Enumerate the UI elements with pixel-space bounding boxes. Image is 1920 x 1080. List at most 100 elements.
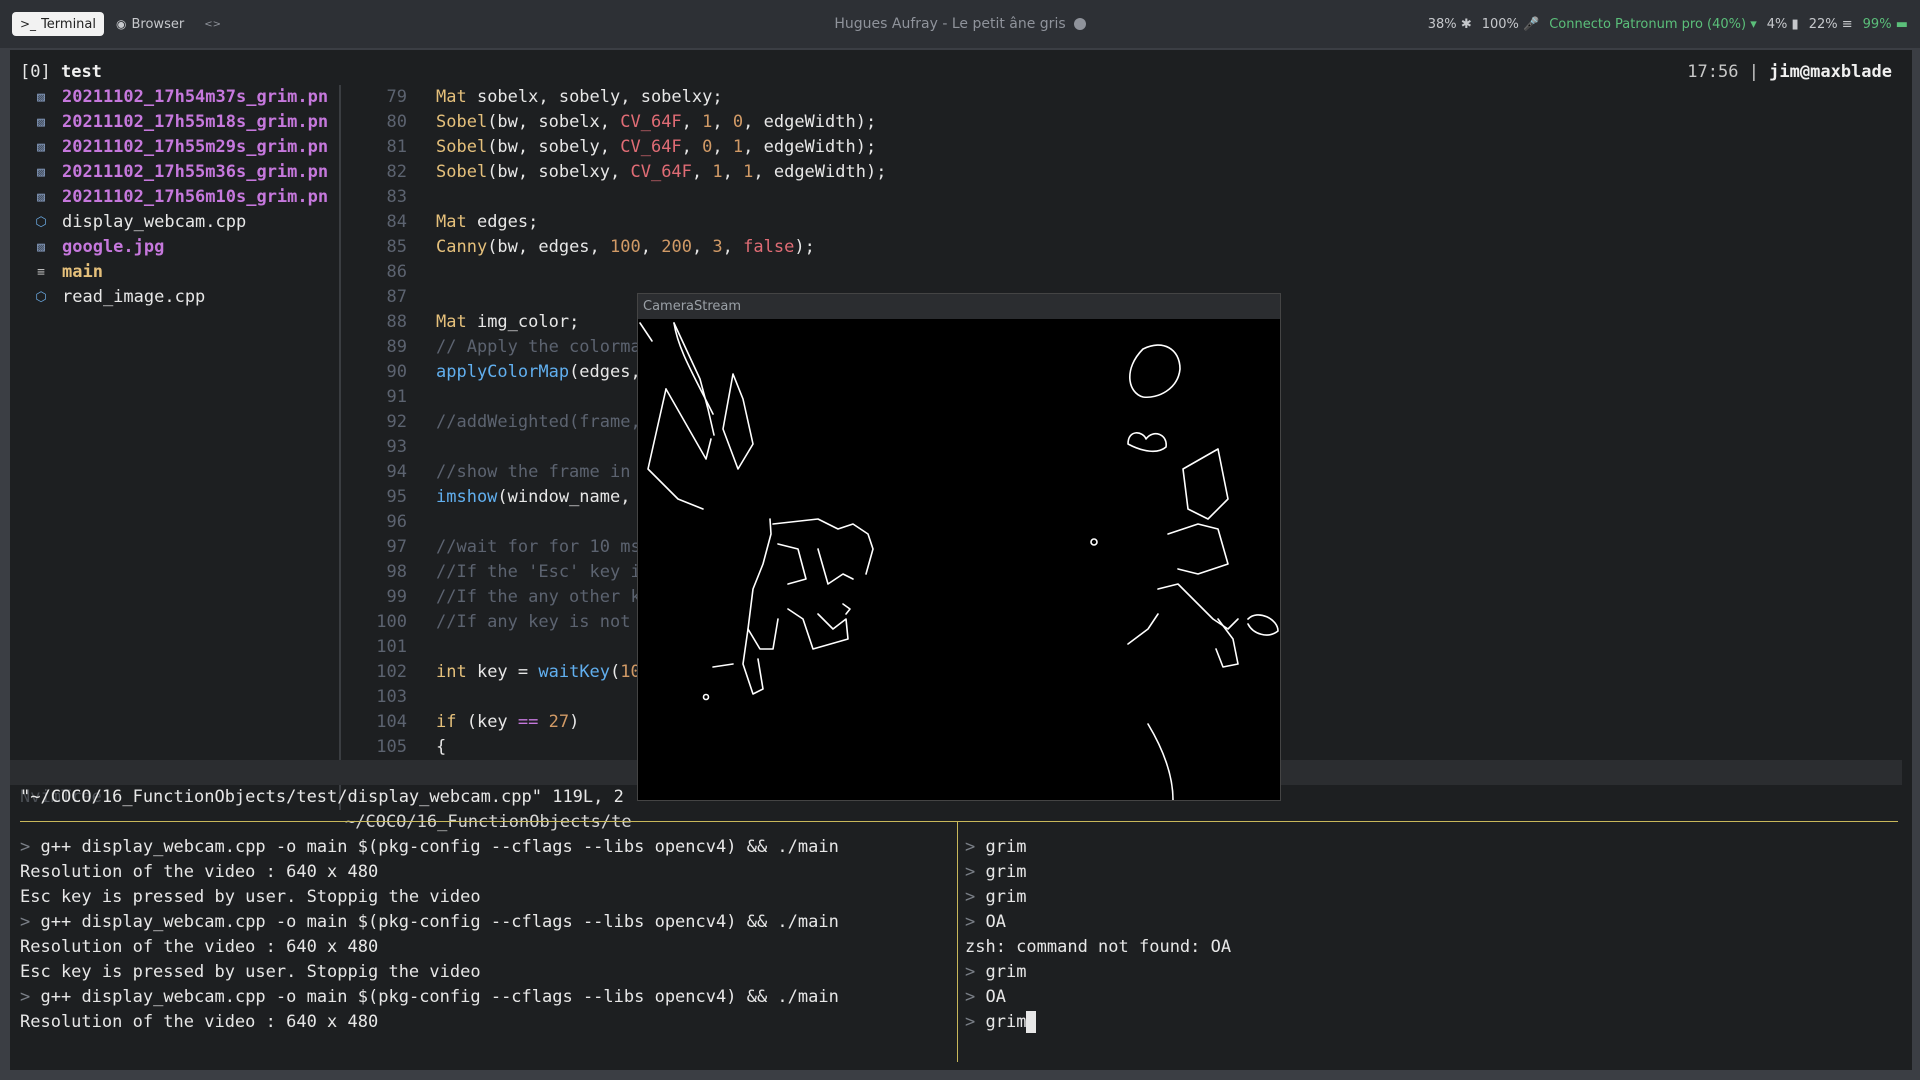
memory-value: 4%	[1766, 16, 1788, 32]
nvim-message: "~/COCO/16_FunctionObjects/test/display_…	[20, 787, 624, 807]
shell-line: > g++ display_webcam.cpp -o main $(pkg-c…	[20, 835, 950, 860]
tree-item[interactable]: ▨ 20211102_17h55m18s_grim.pn	[20, 110, 350, 135]
prompt-symbol: >	[965, 962, 976, 982]
shell-line: zsh: command not found: OA	[965, 935, 1895, 960]
status-area: 38% ✱ 100% 🎤 Connecto Patronum pro (40%)…	[1428, 17, 1908, 32]
disk-value: 22%	[1808, 16, 1838, 32]
shell-line: > OA	[965, 910, 1895, 935]
line-number: 102	[376, 662, 407, 682]
tree-item[interactable]: ▨ 20211102_17h54m37s_grim.pn	[20, 85, 350, 110]
line-number: 101	[376, 637, 407, 657]
tmux-session: [0] test	[20, 60, 102, 85]
code-line-text: applyColorMap(edges,	[436, 362, 641, 382]
camera-window-title[interactable]: CameraStream	[638, 294, 1280, 319]
image-file-icon: ▨	[37, 165, 45, 180]
battery-icon: ▬	[1895, 16, 1908, 32]
code-line-text: //addWeighted(frame,	[436, 412, 641, 432]
code-line[interactable]: 86	[355, 260, 1905, 285]
microphone-icon: 🎤	[1523, 16, 1540, 32]
shell-line-text: zsh: command not found: OA	[965, 937, 1232, 957]
tree-item[interactable]: ▨ google.jpg	[20, 235, 350, 260]
shell-line-text: grim	[985, 837, 1027, 857]
shell-line-text: OA	[985, 912, 1006, 932]
code-line[interactable]: 79 Mat sobelx, sobely, sobelxy;	[355, 85, 1905, 110]
shell-pane-right[interactable]: > grim > grim > grim > OA zsh: command not f…	[965, 835, 1895, 1035]
line-number: 82	[386, 162, 407, 182]
code-line[interactable]: 82 Sobel(bw, sobelxy, CV_64F, 1, 1, edgeW…	[355, 160, 1905, 185]
line-number: 95	[386, 487, 407, 507]
shell-line: > grim	[965, 835, 1895, 860]
line-number: 90	[386, 362, 407, 382]
tree-item[interactable]: ≡ main	[20, 260, 350, 285]
cpu-value: 38%	[1427, 16, 1457, 32]
shell-line-text: Esc key is pressed by user. Stoppig the …	[20, 962, 481, 982]
code-line[interactable]: 81 Sobel(bw, sobely, CV_64F, 0, 1, edgeWi…	[355, 135, 1905, 160]
code-line-text: int key = waitKey(10	[436, 662, 641, 682]
code-line[interactable]: 83	[355, 185, 1905, 210]
cpp-file-icon: ⬡	[35, 215, 47, 230]
shell-line-text: grim	[985, 862, 1027, 882]
shell-line: Esc key is pressed by user. Stoppig the …	[20, 885, 950, 910]
code-line[interactable]: 80 Sobel(bw, sobelx, CV_64F, 1, 0, edgeWi…	[355, 110, 1905, 135]
volume-status[interactable]: 100% 🎤	[1482, 17, 1540, 32]
media-title[interactable]: Hugues Aufray - Le petit âne gris	[834, 16, 1065, 32]
line-number: 89	[386, 337, 407, 357]
image-file-icon: ▨	[37, 190, 45, 205]
line-number: 83	[386, 187, 407, 207]
image-file-icon: ▨	[37, 90, 45, 105]
code-line-text: Sobel(bw, sobelxy, CV_64F, 1, 1, edgeWid…	[436, 162, 887, 182]
line-number: 97	[386, 537, 407, 557]
tab-browser[interactable]: ◉ Browser	[108, 12, 192, 36]
shell-line: > grim	[965, 885, 1895, 910]
line-number: 94	[386, 462, 407, 482]
code-line-text: {	[436, 737, 447, 757]
tree-item[interactable]: ▨ 20211102_17h56m10s_grim.pn	[20, 185, 350, 210]
nvim-tree: ▨ 20211102_17h54m37s_grim.pn ▨ 20211102_17h…	[20, 85, 350, 765]
tmux-window-name: test	[60, 62, 102, 82]
tab-terminal[interactable]: >_ Terminal	[12, 12, 105, 36]
line-number: 96	[386, 512, 407, 532]
line-number: 80	[386, 112, 407, 132]
wifi-icon: ▾	[1750, 16, 1757, 32]
code-tab-button[interactable]: <>	[196, 12, 229, 36]
line-number: 91	[386, 387, 407, 407]
volume-value: 100%	[1481, 16, 1519, 32]
memory-icon: ▮	[1791, 16, 1799, 32]
cpu-icon: ✱	[1460, 16, 1472, 32]
tree-item[interactable]: ▨ 20211102_17h55m36s_grim.pn	[20, 160, 350, 185]
line-number: 104	[376, 712, 407, 732]
code-line-text: //wait for for 10 ms	[436, 537, 641, 557]
prompt-symbol: >	[965, 887, 976, 907]
wifi-status[interactable]: Connecto Patronum pro (40%) ▾	[1549, 17, 1757, 32]
code-line[interactable]: 85 Canny(bw, edges, 100, 200, 3, false);	[355, 235, 1905, 260]
disk-icon: ≡	[1841, 16, 1853, 32]
terminal-icon: >_	[20, 17, 37, 31]
prompt-symbol: >	[20, 912, 31, 932]
shell-line: > grim	[965, 1010, 1895, 1035]
tree-item[interactable]: ▨ 20211102_17h55m29s_grim.pn	[20, 135, 350, 160]
executable-file-icon: ≡	[37, 265, 45, 280]
pane-divider-horizontal	[20, 821, 1898, 822]
tree-item-label: 20211102_17h55m18s_grim.pn	[62, 112, 329, 132]
shell-line-text: g++ display_webcam.cpp -o main $(pkg-con…	[40, 912, 839, 932]
image-file-icon: ▨	[37, 140, 45, 155]
wifi-value: Connecto Patronum pro (40%)	[1549, 16, 1747, 32]
code-line-text: //If the any other k	[436, 587, 641, 607]
tree-item-label: google.jpg	[62, 237, 165, 257]
cpu-status: 38% ✱	[1428, 17, 1472, 32]
code-line-text: Mat sobelx, sobely, sobelxy;	[436, 87, 723, 107]
tree-item[interactable]: ⬡ read_image.cpp	[20, 285, 350, 310]
tree-item[interactable]: ⬡ display_webcam.cpp	[20, 210, 350, 235]
shell-pane-left[interactable]: > g++ display_webcam.cpp -o main $(pkg-c…	[20, 835, 950, 1035]
shell-line: > OA	[965, 985, 1895, 1010]
camera-stream-window[interactable]: CameraStream	[638, 294, 1280, 800]
tree-item-label: display_webcam.cpp	[62, 212, 247, 232]
shell-line: Esc key is pressed by user. Stoppig the …	[20, 960, 950, 985]
pane-divider-vertical	[957, 822, 958, 1062]
code-line[interactable]: 84 Mat edges;	[355, 210, 1905, 235]
tab-browser-label: Browser	[131, 16, 185, 32]
shell-line-text: OA	[985, 987, 1006, 1007]
battery-status: 99% ▬	[1863, 17, 1908, 32]
line-number: 85	[386, 237, 407, 257]
shell-line-text: g++ display_webcam.cpp -o main $(pkg-con…	[40, 987, 839, 1007]
